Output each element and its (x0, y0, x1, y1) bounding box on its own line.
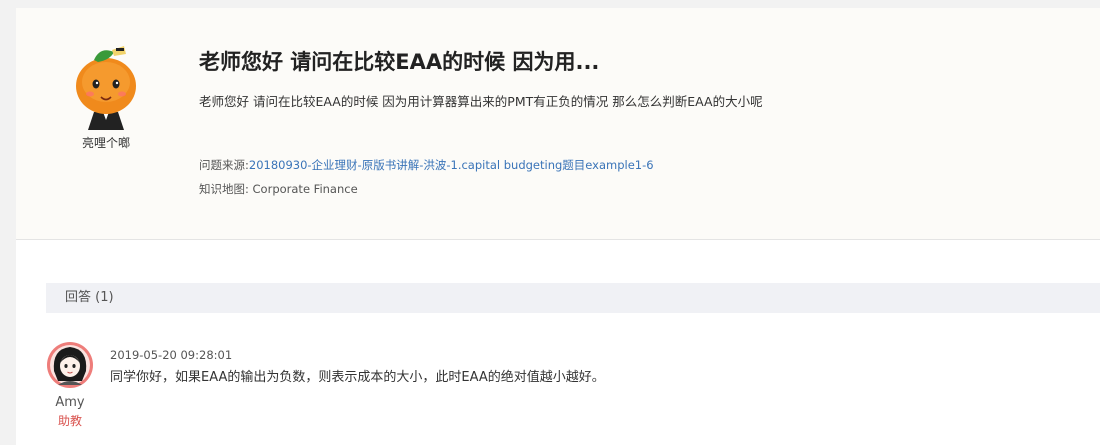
source-label: 问题来源: (199, 158, 249, 172)
answerer-avatar[interactable] (46, 341, 94, 389)
answerer-profile[interactable]: Amy 助教 (46, 341, 94, 429)
orange-mascot-avatar[interactable] (66, 42, 146, 132)
answer-timestamp: 2019-05-20 09:28:01 (110, 348, 233, 362)
answerer-role-badge: 助教 (57, 414, 82, 428)
asker-profile[interactable]: 亮哩个啷 (66, 42, 146, 151)
asker-name[interactable]: 亮哩个啷 (66, 134, 146, 151)
answerer-name[interactable]: Amy (46, 395, 94, 410)
source-link[interactable]: 20180930-企业理财-原版书讲解-洪波-1.capital budgeti… (249, 158, 654, 172)
question-source: 问题来源:20180930-企业理财-原版书讲解-洪波-1.capital bu… (199, 157, 654, 173)
knowledge-map: 知识地图: Corporate Finance (199, 181, 358, 197)
answer-item: Amy 助教 2019-05-20 09:28:01 同学你好，如果EAA的输出… (46, 341, 1100, 441)
answers-header: 回答 (1) (46, 283, 1100, 313)
knowledge-label: 知识地图: (199, 182, 249, 196)
knowledge-value[interactable]: Corporate Finance (253, 182, 358, 196)
question-card: 亮哩个啷 老师您好 请问在比较EAA的时候 因为用... 老师您好 请问在比较E… (16, 8, 1100, 240)
question-body: 老师您好 请问在比较EAA的时候 因为用计算器算出来的PMT有正负的情况 那么怎… (199, 94, 763, 109)
question-page: 亮哩个啷 老师您好 请问在比较EAA的时候 因为用... 老师您好 请问在比较E… (16, 8, 1100, 445)
answer-text: 同学你好，如果EAA的输出为负数，则表示成本的大小，此时EAA的绝对值越小越好。 (110, 370, 605, 385)
question-title: 老师您好 请问在比较EAA的时候 因为用... (199, 50, 600, 74)
